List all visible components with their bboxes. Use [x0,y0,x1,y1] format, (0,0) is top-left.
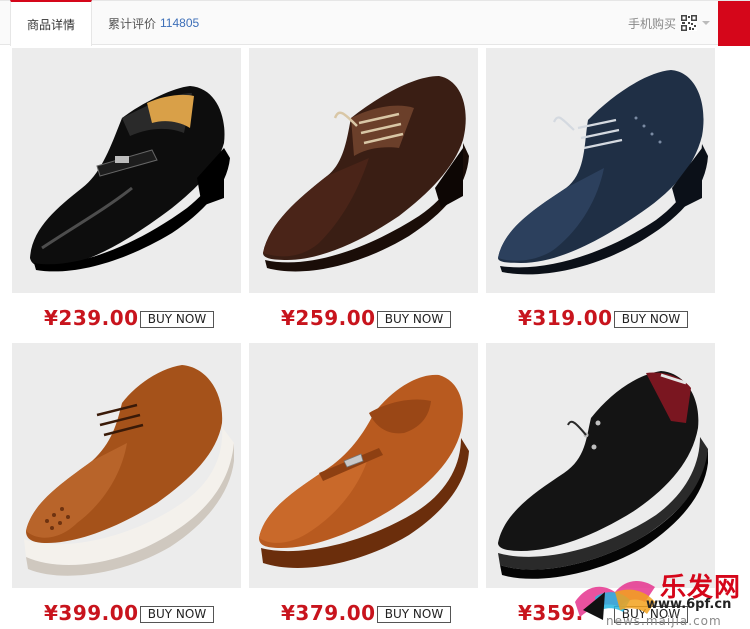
price-row: ¥319.00 BUY NOW [486,306,715,336]
qr-code-icon [681,15,698,31]
watermark-url-primary: www.6pf.cn [646,597,732,612]
price-row: ¥399.00 BUY NOW [12,601,241,629]
product-card[interactable]: ¥239.00 BUY NOW [12,48,241,330]
product-card[interactable]: ¥399.00 BUY NOW [12,343,241,625]
product-price: ¥319.00 [518,306,613,330]
product-price: ¥399.00 [44,601,139,625]
chevron-down-icon[interactable] [702,19,711,27]
price-row: ¥259.00 BUY NOW [249,306,478,336]
product-image[interactable] [249,48,478,293]
product-image[interactable] [486,343,715,588]
reviews-count: 114805 [160,16,200,30]
detail-tab-bar: 商品详情 累计评价 114805 手机购买 [0,0,750,46]
shoe-tan-brogue-image [24,365,234,576]
buy-now-button[interactable]: BUY NOW [377,606,451,623]
tab-product-details[interactable]: 商品详情 [10,0,92,46]
product-card[interactable]: ¥259.00 BUY NOW [249,48,478,330]
product-card[interactable]: ¥319.00 BUY NOW [486,48,715,330]
watermark-url-secondary: news.maijia.com [606,614,722,628]
shoe-navy-image [498,70,708,275]
product-card[interactable]: ¥359. BUY NOW [486,343,715,625]
product-image[interactable] [12,48,241,293]
price-row: ¥379.00 BUY NOW [249,601,478,629]
side-toolbar-tab[interactable] [718,1,750,46]
tab-reviews-label: 累计评价 [108,16,157,31]
product-image[interactable] [12,343,241,588]
shoe-black-casual-image [498,371,708,579]
mobile-buy-link[interactable]: 手机购买 [628,1,711,45]
shoe-black-patent-image [30,86,230,272]
tab-product-details-label: 商品详情 [26,17,75,32]
product-card[interactable]: ¥379.00 BUY NOW [249,343,478,625]
product-price: ¥239.00 [44,306,139,330]
product-price: ¥359. [518,601,584,625]
product-image[interactable] [486,48,715,293]
mobile-buy-label: 手机购买 [628,16,677,31]
product-price: ¥259.00 [281,306,376,330]
product-image[interactable] [249,343,478,588]
price-row: ¥239.00 BUY NOW [12,306,241,336]
shoe-brown-patent-image [263,76,469,272]
buy-now-button[interactable]: BUY NOW [140,311,214,328]
buy-now-button[interactable]: BUY NOW [377,311,451,328]
product-price: ¥379.00 [281,601,376,625]
buy-now-button[interactable]: BUY NOW [614,311,688,328]
tab-reviews[interactable]: 累计评价 114805 [108,1,199,45]
buy-now-button[interactable]: BUY NOW [140,606,214,623]
shoe-orange-loafer-image [259,374,469,568]
